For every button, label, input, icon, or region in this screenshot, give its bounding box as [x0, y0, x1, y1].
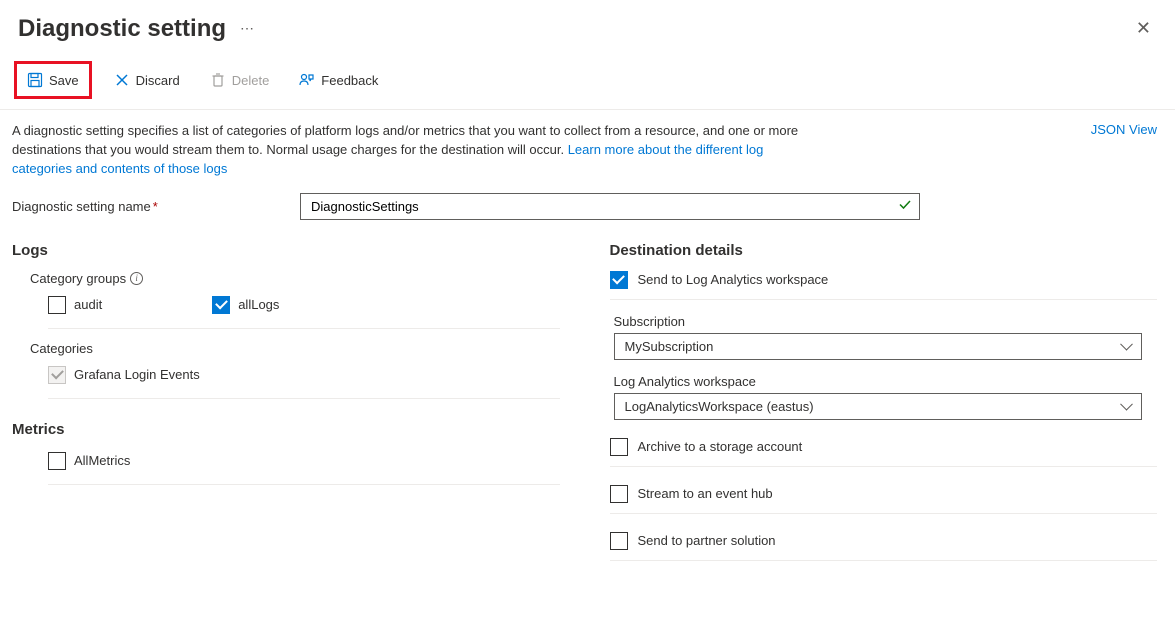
- delete-icon: [210, 72, 226, 88]
- destination-title: Destination details: [610, 242, 1158, 259]
- category-groups-label: Category groups: [30, 271, 126, 286]
- archive-storage-checkbox[interactable]: [610, 438, 628, 456]
- grafana-login-label: Grafana Login Events: [74, 367, 200, 382]
- save-icon: [27, 72, 43, 88]
- save-label: Save: [49, 73, 79, 88]
- delete-label: Delete: [232, 73, 270, 88]
- required-asterisk: *: [153, 199, 158, 214]
- save-highlight: Save: [14, 61, 92, 99]
- discard-icon: [114, 72, 130, 88]
- page-title: Diagnostic setting: [18, 15, 226, 43]
- save-button[interactable]: Save: [19, 66, 87, 94]
- logs-title: Logs: [12, 242, 560, 259]
- workspace-dropdown[interactable]: LogAnalyticsWorkspace (eastus): [614, 393, 1142, 420]
- alllogs-label: allLogs: [238, 297, 279, 312]
- delete-button: Delete: [202, 66, 278, 94]
- subscription-dropdown[interactable]: MySubscription: [614, 333, 1142, 360]
- metrics-title: Metrics: [12, 421, 560, 438]
- categories-label: Categories: [30, 341, 560, 356]
- send-la-checkbox[interactable]: [610, 271, 628, 289]
- feedback-icon: [299, 72, 315, 88]
- info-icon[interactable]: i: [130, 272, 143, 285]
- allmetrics-checkbox[interactable]: [48, 452, 66, 470]
- allmetrics-label: AllMetrics: [74, 453, 130, 468]
- setting-name-input[interactable]: [300, 193, 920, 220]
- discard-button[interactable]: Discard: [106, 66, 188, 94]
- stream-eventhub-label: Stream to an event hub: [638, 486, 773, 501]
- audit-label: audit: [74, 297, 102, 312]
- send-partner-label: Send to partner solution: [638, 533, 776, 548]
- send-partner-checkbox[interactable]: [610, 532, 628, 550]
- feedback-button[interactable]: Feedback: [291, 66, 386, 94]
- alllogs-checkbox[interactable]: [212, 296, 230, 314]
- description-text: A diagnostic setting specifies a list of…: [12, 122, 802, 179]
- discard-label: Discard: [136, 73, 180, 88]
- json-view-link[interactable]: JSON View: [1091, 122, 1157, 137]
- setting-name-label: Diagnostic setting name*: [12, 199, 290, 214]
- more-icon[interactable]: ⋯: [240, 20, 255, 37]
- send-la-label: Send to Log Analytics workspace: [638, 272, 829, 287]
- grafana-login-checkbox: [48, 366, 66, 384]
- feedback-label: Feedback: [321, 73, 378, 88]
- archive-storage-label: Archive to a storage account: [638, 439, 803, 454]
- valid-check-icon: [898, 198, 912, 215]
- subscription-label: Subscription: [614, 314, 1158, 329]
- workspace-label: Log Analytics workspace: [614, 374, 1158, 389]
- close-icon[interactable]: ✕: [1132, 14, 1155, 43]
- audit-checkbox[interactable]: [48, 296, 66, 314]
- stream-eventhub-checkbox[interactable]: [610, 485, 628, 503]
